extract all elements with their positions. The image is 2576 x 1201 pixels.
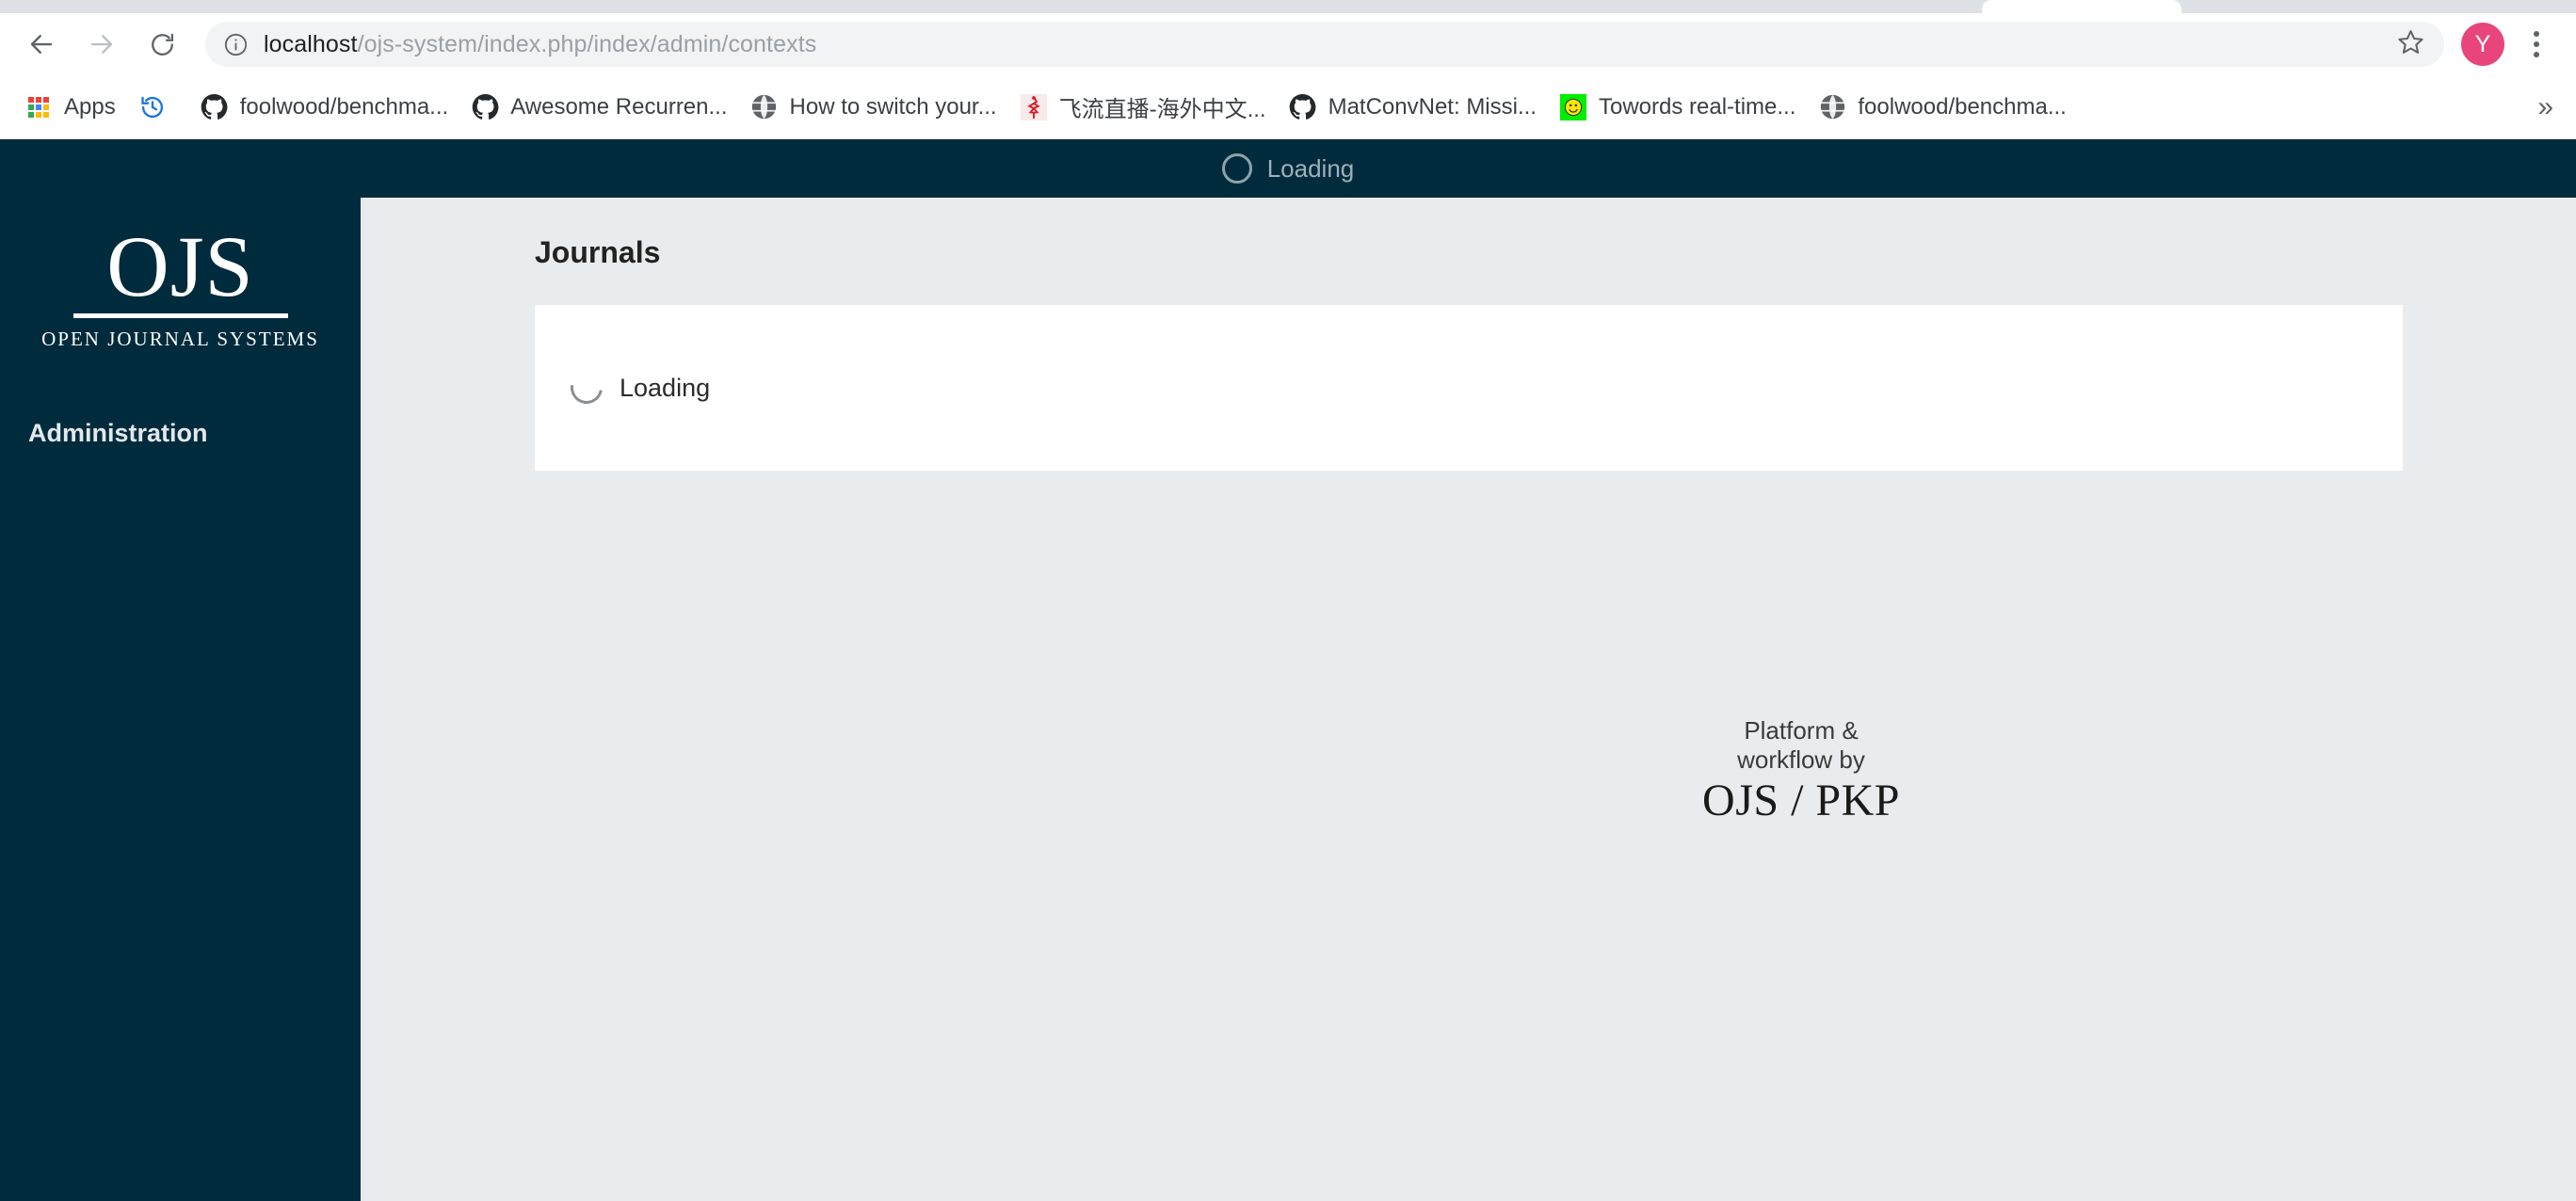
bookmark-apps[interactable]: Apps	[13, 86, 127, 129]
ojs-logo-tagline: OPEN JOURNAL SYSTEMS	[41, 328, 319, 351]
bookmark-label: Apps	[64, 93, 116, 120]
ojs-main-content: Journals Loading Platform & workflow by …	[361, 198, 2576, 1201]
bookmark-feiliu-live[interactable]: 飞流直播-海外中文...	[1008, 86, 1278, 129]
active-tab[interactable]	[1982, 0, 2182, 13]
avatar[interactable]: Y	[2461, 23, 2504, 66]
bookmark-matconvnet[interactable]: MatConvNet: Missi...	[1278, 86, 1548, 129]
loading-spinner-icon	[564, 365, 609, 410]
pkp-footer-branding: Platform & workflow by OJS / PKP	[1679, 716, 1924, 826]
bookmark-history[interactable]	[127, 86, 189, 129]
bookmark-label: Awesome Recurren...	[510, 93, 728, 120]
loading-spinner-icon	[1221, 153, 1252, 184]
tab-strip-curve-right	[2181, 0, 2201, 13]
star-outline-icon	[2397, 28, 2424, 60]
globe-icon	[1818, 93, 1846, 121]
ojs-logo[interactable]: OJS OPEN JOURNAL SYSTEMS	[0, 218, 361, 351]
ojs-logo-rule	[72, 313, 288, 319]
bookmark-how-to-switch[interactable]: How to switch your...	[739, 86, 1008, 129]
info-circle-icon[interactable]	[222, 31, 249, 57]
header-loading-label: Loading	[1266, 153, 1355, 183]
reload-icon	[149, 31, 176, 58]
ojs-top-header: Loading	[0, 139, 2576, 198]
history-clock-icon	[138, 93, 167, 121]
bookmarks-overflow-button[interactable]: »	[2528, 91, 2563, 123]
url-path: /ojs-system/index.php/index/admin/contex…	[357, 30, 817, 57]
ojs-pkp-logo: OJS / PKP	[1702, 776, 1900, 826]
bookmark-star-button[interactable]	[2391, 25, 2429, 63]
panel-loading-label: Loading	[620, 373, 711, 402]
forward-button[interactable]	[79, 22, 124, 67]
browser-menu-button[interactable]	[2510, 22, 2563, 67]
footer-line-2: workflow by	[1737, 745, 1865, 774]
bookmark-label: foolwood/benchma...	[239, 93, 449, 120]
bookmark-awesome-recurrent[interactable]: Awesome Recurren...	[459, 86, 738, 129]
github-icon	[471, 93, 499, 121]
browser-tab-strip	[0, 0, 2576, 13]
journals-panel: Loading	[535, 305, 2403, 471]
footer-line-1: Platform &	[1744, 716, 1859, 745]
green-smiley-icon	[1559, 93, 1587, 121]
tab-strip-curve-left	[1962, 0, 1983, 13]
bookmark-label: Towords real-time...	[1598, 93, 1796, 120]
reload-button[interactable]	[139, 22, 185, 67]
avatar-initial: Y	[2474, 30, 2491, 57]
bookmark-label: 飞流直播-海外中文...	[1058, 97, 1266, 122]
ojs-sidebar: OJS OPEN JOURNAL SYSTEMS Administration	[0, 198, 361, 1201]
page-title: Journals	[535, 235, 661, 269]
back-button[interactable]	[19, 22, 64, 67]
url-host: localhost	[264, 30, 358, 57]
github-icon	[1289, 93, 1317, 121]
globe-icon	[750, 93, 779, 121]
browser-toolbar: localhost/ojs-system/index.php/index/adm…	[0, 13, 2576, 75]
bookmark-foolwood-benchmark-1[interactable]: foolwood/benchma...	[189, 86, 459, 129]
bookmark-label: MatConvNet: Missi...	[1328, 93, 1537, 120]
bookmarks-bar: Apps foolwood/benchma... Awesome Recurre…	[0, 75, 2576, 139]
github-icon	[201, 93, 229, 121]
ojs-page: Loading OJS OPEN JOURNAL SYSTEMS Adminis…	[0, 139, 2576, 1201]
sidebar-section-administration: Administration	[28, 419, 208, 448]
three-dot-menu-icon	[2534, 31, 2539, 57]
back-arrow-icon	[27, 30, 56, 58]
red-favicon-icon	[1020, 93, 1048, 121]
address-bar[interactable]: localhost/ojs-system/index.php/index/adm…	[205, 22, 2444, 67]
ojs-logo-wordmark: OJS	[106, 218, 254, 314]
apps-grid-icon	[24, 93, 53, 121]
bookmark-foolwood-benchmark-2[interactable]: foolwood/benchma...	[1807, 86, 2077, 129]
bookmark-towords-realtime[interactable]: Towords real-time...	[1548, 86, 1807, 129]
forward-arrow-icon	[88, 30, 116, 58]
url-text: localhost/ojs-system/index.php/index/adm…	[264, 31, 816, 58]
bookmark-label: How to switch your...	[789, 93, 997, 120]
bookmark-label: foolwood/benchma...	[1858, 93, 2067, 120]
